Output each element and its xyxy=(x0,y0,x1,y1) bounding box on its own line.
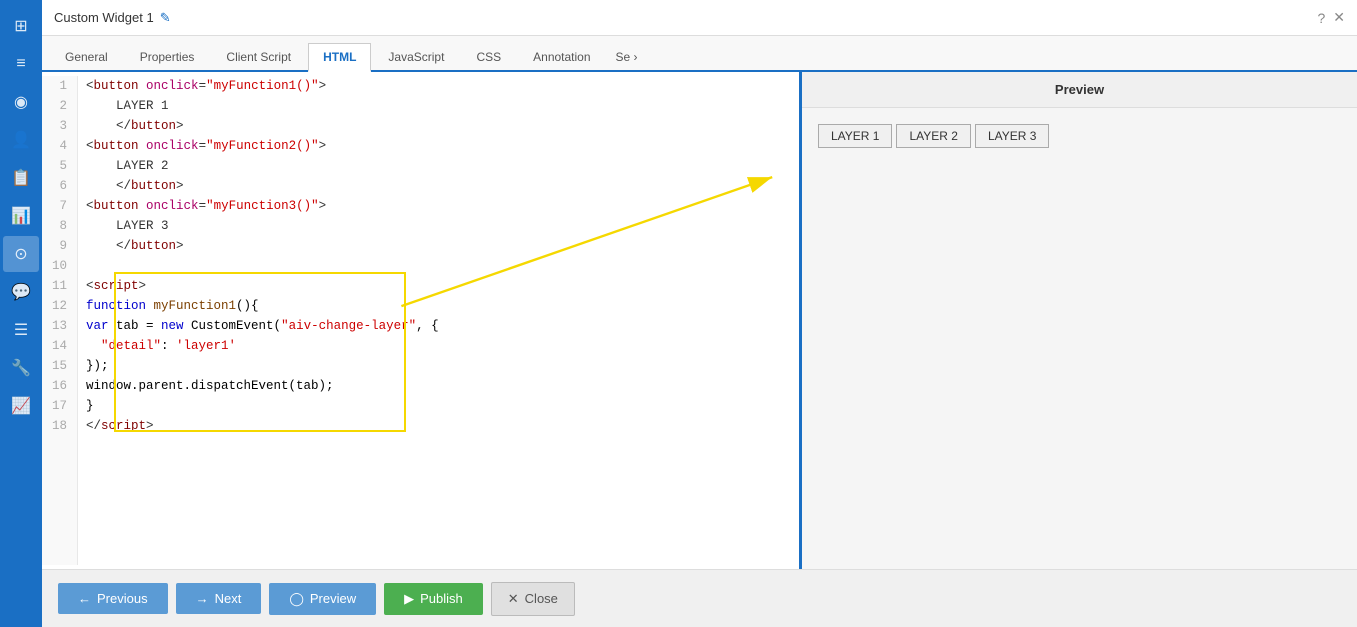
prev-arrow-icon: ← xyxy=(78,591,91,606)
preview-button[interactable]: ◯ Preview xyxy=(269,583,376,615)
code-lines: <button onclick="myFunction1()"> LAYER 1… xyxy=(78,76,799,565)
content-area: 12345 678910 1112131415 161718 <button o… xyxy=(42,72,1357,569)
sidebar-icon-home[interactable]: ⊞ xyxy=(3,8,39,44)
tab-bar: General Properties Client Script HTML Ja… xyxy=(42,36,1357,72)
title-bar-actions: ? ✕ xyxy=(1317,9,1345,26)
code-line: LAYER 3 xyxy=(86,216,799,236)
tab-properties[interactable]: Properties xyxy=(125,43,210,70)
preview-title: Preview xyxy=(1055,82,1104,97)
sidebar-icon-widget[interactable]: ⊙ xyxy=(3,236,39,272)
code-line: LAYER 2 xyxy=(86,156,799,176)
code-line: </button> xyxy=(86,116,799,136)
next-label: Next xyxy=(215,591,242,606)
code-line: } xyxy=(86,396,799,416)
next-arrow-icon: → xyxy=(196,591,209,606)
tab-css[interactable]: CSS xyxy=(461,43,516,70)
code-line xyxy=(86,256,799,276)
code-line: function myFunction1(){ xyxy=(86,296,799,316)
help-icon[interactable]: ? xyxy=(1317,10,1325,26)
title-bar-left: Custom Widget 1 ✎ xyxy=(54,10,171,26)
sidebar-icon-analytics[interactable]: 📈 xyxy=(3,388,39,424)
preview-buttons: LAYER 1 LAYER 2 LAYER 3 xyxy=(818,124,1341,148)
preview-layer1-button[interactable]: LAYER 1 xyxy=(818,124,892,148)
preview-btn-label: Preview xyxy=(310,591,356,606)
publish-button[interactable]: ▶ Publish xyxy=(384,583,483,615)
code-line: <button onclick="myFunction1()"> xyxy=(86,76,799,96)
preview-layer3-button[interactable]: LAYER 3 xyxy=(975,124,1049,148)
next-button[interactable]: → Next xyxy=(176,583,262,614)
tab-general[interactable]: General xyxy=(50,43,123,70)
sidebar: ⊞ ≡ ◉ 👤 📋 📊 ⊙ 💬 ☰ 🔧 📈 xyxy=(0,0,42,627)
preview-layer2-button[interactable]: LAYER 2 xyxy=(896,124,970,148)
tab-more[interactable]: Se › xyxy=(608,44,646,70)
sidebar-icon-message[interactable]: 💬 xyxy=(3,274,39,310)
code-line: </button> xyxy=(86,176,799,196)
code-line: window.parent.dispatchEvent(tab); xyxy=(86,376,799,396)
publish-label: Publish xyxy=(420,591,463,606)
tab-client-script[interactable]: Client Script xyxy=(211,43,306,70)
sidebar-icon-list[interactable]: ☰ xyxy=(3,312,39,348)
sidebar-icon-reports[interactable]: 📋 xyxy=(3,160,39,196)
code-line: var tab = new CustomEvent("aiv-change-la… xyxy=(86,316,799,336)
sidebar-icon-user[interactable]: 👤 xyxy=(3,122,39,158)
close-label: Close xyxy=(525,591,558,606)
preview-panel: Preview LAYER 1 LAYER 2 LAYER 3 xyxy=(802,72,1357,569)
preview-header: Preview xyxy=(802,72,1357,108)
sidebar-icon-settings[interactable]: 🔧 xyxy=(3,350,39,386)
code-editor[interactable]: 12345 678910 1112131415 161718 <button o… xyxy=(42,72,802,569)
publish-play-icon: ▶ xyxy=(404,591,414,607)
window-title: Custom Widget 1 xyxy=(54,10,154,25)
code-line: </script> xyxy=(86,416,799,436)
edit-icon[interactable]: ✎ xyxy=(160,10,171,26)
code-line: <script> xyxy=(86,276,799,296)
code-line: <button onclick="myFunction2()"> xyxy=(86,136,799,156)
bottom-bar: ← Previous → Next ◯ Preview ▶ Publish ✕ … xyxy=(42,569,1357,627)
line-numbers: 12345 678910 1112131415 161718 xyxy=(42,76,78,565)
tab-html[interactable]: HTML xyxy=(308,43,371,72)
close-window-icon[interactable]: ✕ xyxy=(1333,9,1345,26)
title-bar: Custom Widget 1 ✎ ? ✕ xyxy=(42,0,1357,36)
sidebar-icon-menu[interactable]: ≡ xyxy=(3,46,39,82)
preview-circle-icon: ◯ xyxy=(289,591,304,607)
code-line: LAYER 1 xyxy=(86,96,799,116)
code-line: }); xyxy=(86,356,799,376)
sidebar-icon-dashboard[interactable]: ◉ xyxy=(3,84,39,120)
tab-javascript[interactable]: JavaScript xyxy=(373,43,459,70)
code-content: 12345 678910 1112131415 161718 <button o… xyxy=(42,72,799,569)
close-x-icon: ✕ xyxy=(508,591,519,607)
prev-label: Previous xyxy=(97,591,148,606)
preview-content: LAYER 1 LAYER 2 LAYER 3 xyxy=(802,108,1357,569)
code-line: "detail": 'layer1' xyxy=(86,336,799,356)
previous-button[interactable]: ← Previous xyxy=(58,583,168,614)
code-line: <button onclick="myFunction3()"> xyxy=(86,196,799,216)
close-button[interactable]: ✕ Close xyxy=(491,582,575,616)
sidebar-icon-chart[interactable]: 📊 xyxy=(3,198,39,234)
main-area: Custom Widget 1 ✎ ? ✕ General Properties… xyxy=(42,0,1357,627)
code-line: </button> xyxy=(86,236,799,256)
tab-annotation[interactable]: Annotation xyxy=(518,43,605,70)
